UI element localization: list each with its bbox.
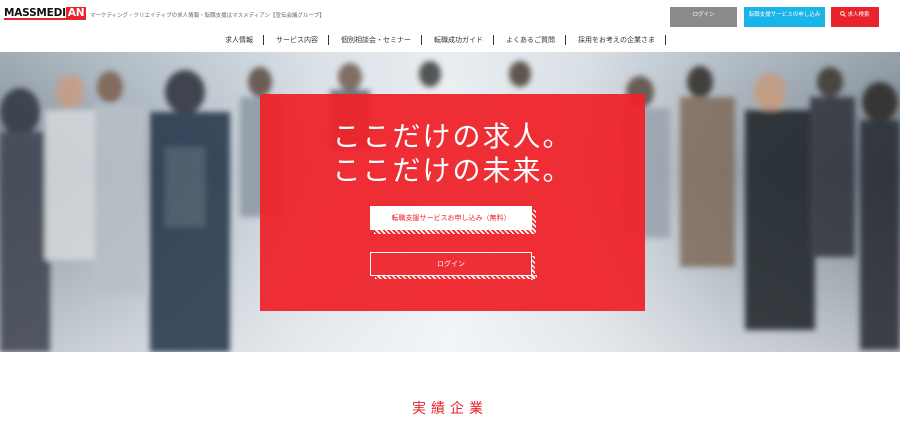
nav-divider	[421, 35, 422, 45]
nav-item-faq[interactable]: よくあるご質問	[506, 35, 565, 45]
button-stripe-decoration	[374, 230, 536, 234]
header-login-button[interactable]: ログイン	[670, 7, 737, 27]
nav-divider	[263, 35, 264, 45]
hero-banner: ここだけの求人。 ここだけの未来。 転職支援サービスお申し込み（無料） ログイン	[0, 52, 900, 352]
hero-login-button-label: ログイン	[437, 260, 465, 268]
hero-login-button[interactable]: ログイン	[370, 252, 537, 280]
site-tagline: マーケティング・クリエイティブの求人情報・転職支援はマスメディアン【宣伝会議グル…	[90, 13, 325, 19]
nav-divider	[565, 35, 566, 45]
nav-divider	[493, 35, 494, 45]
site-header: MASSMEDI AN マーケティング・クリエイティブの求人情報・転職支援はマス…	[0, 0, 900, 50]
section-title-client-companies: 実績企業	[412, 401, 488, 417]
header-service-apply-button[interactable]: 転職支援サービスの申し込み	[744, 7, 825, 27]
nav-item-recruiters[interactable]: 採用をお考えの企業さま	[578, 35, 665, 45]
header-job-search-button[interactable]: 求人検索	[831, 7, 879, 27]
button-stripe-decoration	[375, 275, 537, 279]
nav-item-jobs[interactable]: 求人情報	[225, 35, 263, 45]
hero-headline-line2: ここだけの未来。	[332, 154, 573, 187]
hero-apply-button-label: 転職支援サービスお申し込み（無料）	[391, 214, 511, 222]
nav-divider	[328, 35, 329, 45]
nav-item-services[interactable]: サービス内容	[276, 35, 328, 45]
hero-headline-line1: ここだけの求人。	[332, 120, 573, 153]
nav-item-seminars[interactable]: 個別相談会・セミナー	[341, 35, 421, 45]
nav-divider	[665, 35, 666, 45]
logo-text-main: MASSMEDI	[4, 7, 66, 20]
logo-text-accent: AN	[65, 7, 87, 20]
search-button-label: 求人検索	[847, 12, 870, 18]
search-icon	[840, 11, 847, 17]
nav-item-guide[interactable]: 転職成功ガイド	[434, 35, 493, 45]
global-nav: 求人情報 サービス内容 個別相談会・セミナー 転職成功ガイド よくあるご質問 採…	[225, 34, 678, 46]
site-logo[interactable]: MASSMEDI AN	[4, 7, 87, 20]
hero-apply-button[interactable]: 転職支援サービスお申し込み（無料）	[370, 206, 536, 234]
hero-cta-panel: ここだけの求人。 ここだけの未来。 転職支援サービスお申し込み（無料） ログイン	[260, 94, 645, 311]
hero-headline: ここだけの求人。 ここだけの未来。	[260, 120, 645, 188]
